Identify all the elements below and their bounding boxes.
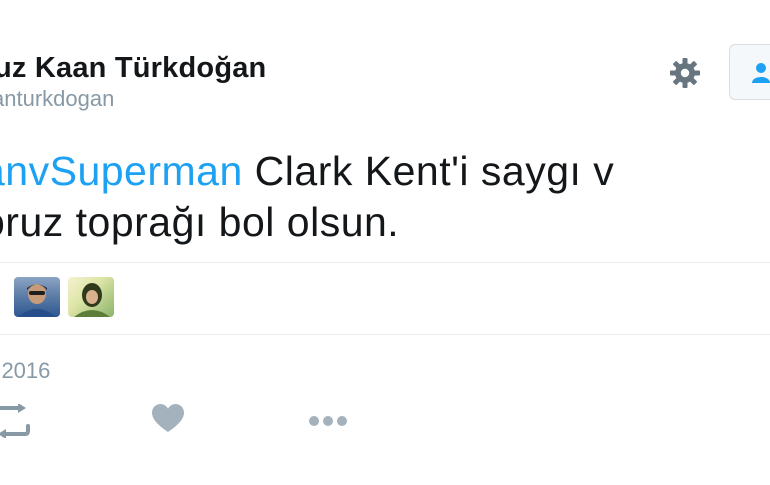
retweet-icon — [0, 403, 30, 439]
avatar-photo — [74, 283, 110, 317]
add-user-icon — [752, 63, 770, 83]
more-options-button[interactable] — [307, 404, 349, 443]
gear-icon — [670, 58, 700, 88]
follow-button[interactable] — [729, 44, 770, 100]
likers-list — [14, 277, 114, 317]
tweet-text-part: Clark Kent'i saygı v — [242, 148, 615, 194]
more-dots-icon — [309, 416, 347, 426]
avatar[interactable] — [68, 277, 114, 317]
tweet-date[interactable]: r 2016 — [0, 358, 50, 384]
settings-button[interactable] — [666, 54, 704, 92]
user-handle[interactable]: anturkdogan — [0, 86, 114, 112]
divider — [0, 334, 770, 335]
display-name[interactable]: uz Kaan Türkdoğan — [0, 52, 266, 85]
avatar-photo — [18, 284, 56, 317]
tweet-text-line-2: oruz toprağı bol olsun. — [0, 199, 400, 245]
retweet-button[interactable] — [0, 403, 32, 443]
hashtag-link[interactable]: anvSuperman — [0, 148, 243, 194]
divider — [0, 262, 770, 263]
heart-icon — [152, 404, 184, 432]
avatar[interactable] — [14, 277, 60, 317]
tweet-text-line-1: anvSuperman Clark Kent'i saygı v — [0, 146, 614, 197]
tweet-text: anvSuperman Clark Kent'i saygı v oruz to… — [0, 146, 614, 248]
like-button[interactable] — [152, 404, 184, 439]
tweet-card: uz Kaan Türkdoğan anturkdogan anvSuperma — [0, 0, 770, 485]
